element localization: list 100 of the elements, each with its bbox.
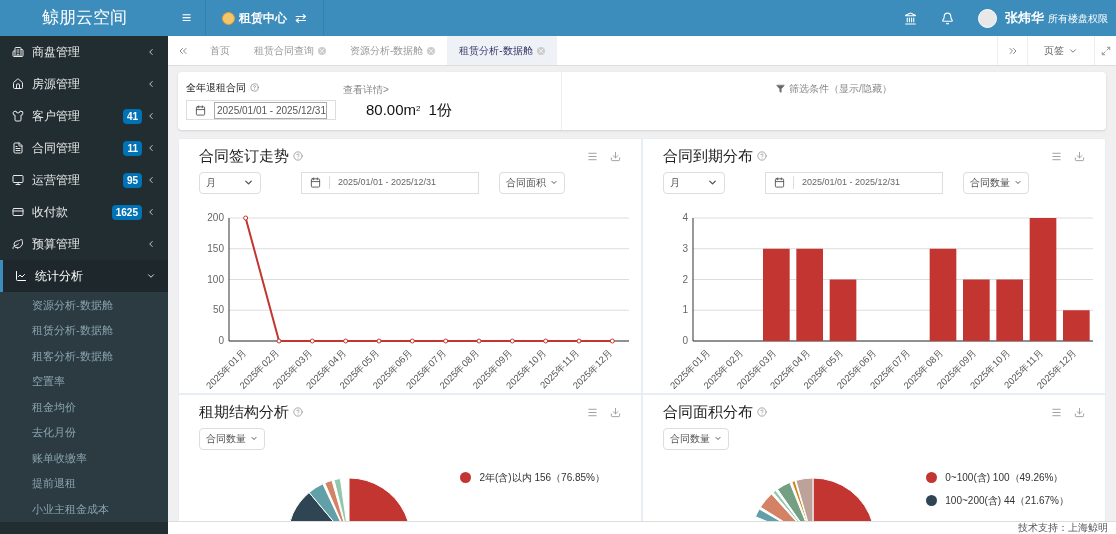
- chevron-icon: [243, 177, 254, 188]
- axis-tick-label: 4: [682, 211, 688, 223]
- chevron-icon: [146, 143, 156, 153]
- close-icon[interactable]: [536, 46, 545, 55]
- axis-tick-label: 2: [682, 273, 688, 284]
- date-range-field[interactable]: 2025/01/01 - 2025/12/31: [186, 100, 336, 121]
- card-title: 合同签订走势: [199, 146, 289, 166]
- legend-label: 0~100(含) 100（49.26%）: [945, 470, 1064, 485]
- help-icon[interactable]: [757, 151, 767, 162]
- user-role: 所有楼盘权限: [1048, 11, 1108, 26]
- legend-label: 2年(含)以内 156（76.85%）: [479, 470, 605, 485]
- menu-item-icon: [12, 78, 24, 90]
- menu-item-icon: [12, 206, 24, 218]
- sidebar-item[interactable]: 房源管理: [0, 68, 168, 100]
- submenu-item[interactable]: 小业主租金成本: [0, 496, 168, 522]
- axis-tick-label: 50: [212, 303, 224, 315]
- submenu-item[interactable]: 租金均价: [0, 394, 168, 420]
- download-icon[interactable]: [1074, 406, 1085, 418]
- download-icon[interactable]: [610, 150, 621, 162]
- notification-icon[interactable]: [941, 11, 954, 25]
- submenu-item[interactable]: 租赁分析-数据舱: [0, 317, 168, 343]
- sidebar-item[interactable]: 收付款 1625: [0, 196, 168, 228]
- user-name[interactable]: 张炜华: [1005, 8, 1044, 28]
- help-icon[interactable]: [250, 83, 259, 92]
- axis-tick-label: 200: [207, 211, 224, 223]
- footer-text: 技术支持：上海鲸明: [1018, 522, 1108, 534]
- avatar[interactable]: [978, 8, 997, 28]
- axis-tick-label: 100: [207, 273, 224, 284]
- submenu-item[interactable]: 去化月份: [0, 419, 168, 445]
- axis-tick-label: 0: [682, 334, 688, 346]
- card-title: 合同到期分布: [663, 146, 753, 166]
- chevron-icon: [146, 111, 156, 121]
- sidebar-item[interactable]: 运营管理 95: [0, 164, 168, 196]
- area-value: 80.00m$^{2}$: [366, 100, 421, 120]
- data-point: [309, 338, 315, 343]
- data-point: [443, 338, 449, 343]
- date-range-field[interactable]: 2025/01/01 - 2025/12/31: [301, 171, 479, 194]
- count-badge: 41: [122, 108, 142, 124]
- data-point: [576, 338, 582, 343]
- bar: [1063, 309, 1090, 341]
- help-icon[interactable]: [757, 407, 767, 418]
- select-field[interactable]: 月: [663, 171, 725, 194]
- chevron-icon: [146, 271, 156, 281]
- select-field[interactable]: 合同面积: [499, 171, 565, 194]
- submenu-item[interactable]: 租客分析-数据舱: [0, 343, 168, 369]
- close-icon[interactable]: [318, 46, 326, 55]
- select-field[interactable]: 月: [199, 171, 261, 194]
- download-icon[interactable]: [1074, 150, 1085, 162]
- menu-icon[interactable]: [587, 150, 598, 162]
- select-field[interactable]: 合同数量: [663, 427, 729, 450]
- app-logo[interactable]: 鲸朋云空间: [41, 5, 127, 31]
- submenu-item[interactable]: 空置率: [0, 368, 168, 394]
- data-point: [409, 338, 415, 343]
- count-badge: 1625: [111, 204, 142, 220]
- close-icon[interactable]: [427, 46, 436, 55]
- menu-item-icon: [12, 46, 24, 58]
- calendar-icon: [310, 177, 321, 188]
- details-link[interactable]: 查看详情>: [343, 82, 389, 97]
- select-field[interactable]: 合同数量: [963, 171, 1029, 194]
- chevron-icon: [146, 175, 156, 185]
- sidebar-item[interactable]: 统计分析: [0, 260, 168, 292]
- menu-icon[interactable]: [1051, 406, 1062, 418]
- page-tab[interactable]: 租赁分析-数据舱: [447, 36, 557, 65]
- bar: [996, 279, 1023, 341]
- data-point: [476, 338, 482, 343]
- count-value: 1份: [428, 100, 452, 120]
- card-title: 合同面积分布: [663, 402, 753, 422]
- chevron-icon: [146, 207, 156, 217]
- tab-menu-button[interactable]: 页签: [1027, 36, 1094, 65]
- data-point: [376, 338, 382, 343]
- data-point: [243, 215, 249, 220]
- filter-icon: [776, 83, 786, 93]
- help-icon[interactable]: [293, 151, 303, 162]
- download-icon[interactable]: [610, 406, 621, 418]
- menu-icon[interactable]: [587, 406, 598, 418]
- axis-tick-label: 3: [682, 242, 688, 254]
- sidebar-item[interactable]: 客户管理 41: [0, 100, 168, 132]
- coin-icon: [222, 11, 235, 25]
- legend-label: 100~200(含) 44（21.67%）: [945, 493, 1069, 508]
- menu-item-icon: [12, 238, 24, 250]
- submenu-item[interactable]: 账单收缴率: [0, 445, 168, 471]
- date-range-field[interactable]: 2025/01/01 - 2025/12/31: [765, 171, 943, 194]
- data-point: [609, 338, 615, 343]
- filter-toggle[interactable]: 筛选条件（显示/隐藏）: [776, 82, 892, 94]
- bar: [829, 279, 857, 341]
- sidebar-item[interactable]: 预算管理: [0, 228, 168, 260]
- data-point: [276, 338, 282, 343]
- chevron-icon: [146, 79, 156, 89]
- expand-icon: [1100, 45, 1111, 56]
- bar: [963, 279, 990, 341]
- building-icon[interactable]: [904, 11, 917, 25]
- submenu-item[interactable]: 提前退租: [0, 470, 168, 496]
- menu-icon[interactable]: [1051, 150, 1062, 162]
- submenu-item[interactable]: 资源分析-数据舱: [0, 292, 168, 318]
- select-field[interactable]: 合同数量: [199, 427, 265, 450]
- sidebar-item[interactable]: 合同管理 11: [0, 132, 168, 164]
- count-badge: 95: [122, 172, 142, 188]
- sidebar-item[interactable]: 商盘管理: [0, 36, 168, 68]
- help-icon[interactable]: [293, 407, 303, 418]
- axis-tick-label: 1: [682, 303, 688, 315]
